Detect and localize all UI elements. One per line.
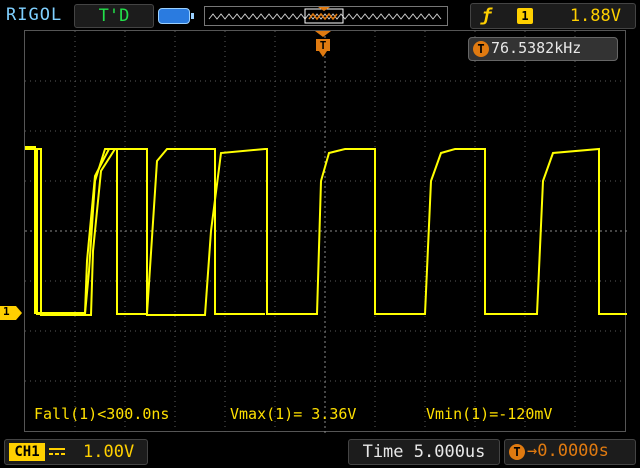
trace-overlay-3 — [25, 146, 145, 314]
bottom-status-bar: CH1 1.00V Time 5.000us T →0.0000s — [0, 436, 640, 468]
ch1-label: CH1 — [9, 443, 45, 461]
battery-icon — [158, 8, 194, 24]
trigger-channel-badge: 1 — [517, 8, 533, 24]
ch1-offset-marker[interactable]: 1 — [0, 305, 22, 320]
trigger-offset-value: →0.0000s — [527, 441, 609, 461]
ch1-settings-panel[interactable]: CH1 1.00V — [4, 439, 148, 465]
svg-text:T: T — [320, 39, 327, 52]
graticule — [25, 31, 627, 433]
brand-logo: RIGOL — [6, 5, 63, 25]
trigger-position-icon[interactable]: T — [315, 31, 331, 57]
trigger-level: 1.88V — [569, 6, 621, 26]
timebase-readout[interactable]: Time 5.000us — [348, 439, 500, 465]
frequency-value: 76.5382kHz — [491, 39, 582, 57]
measurement-fall-time: Fall(1)<300.0ns — [34, 405, 170, 423]
trace-overlay-2 — [25, 147, 627, 316]
trigger-offset-icon: T — [509, 444, 525, 460]
memory-waveform-icon — [208, 7, 442, 24]
waveform-display[interactable] — [24, 30, 627, 433]
dc-coupling-icon — [49, 448, 65, 455]
vertical-scale: 1.00V — [83, 442, 135, 462]
ch1-marker-label: 1 — [3, 305, 10, 318]
memory-depth-indicator — [204, 6, 448, 26]
trigger-icon: T — [473, 41, 489, 57]
trigger-offset-panel[interactable]: T →0.0000s — [504, 439, 636, 465]
graticule-axes — [25, 31, 627, 433]
frequency-counter: T 76.5382kHz — [468, 37, 618, 61]
rising-edge-icon: ƒ — [481, 5, 492, 26]
measurement-vmin: Vmin(1)=-120mV — [426, 405, 553, 423]
top-status-bar: RIGOL T'D ƒ 1 1.88V — [0, 0, 640, 30]
measurement-vmax: Vmax(1)= 3.36V — [230, 405, 357, 423]
trigger-settings-panel[interactable]: ƒ 1 1.88V — [470, 3, 636, 29]
graticule-lines — [25, 31, 627, 433]
trigger-status[interactable]: T'D — [74, 4, 154, 28]
